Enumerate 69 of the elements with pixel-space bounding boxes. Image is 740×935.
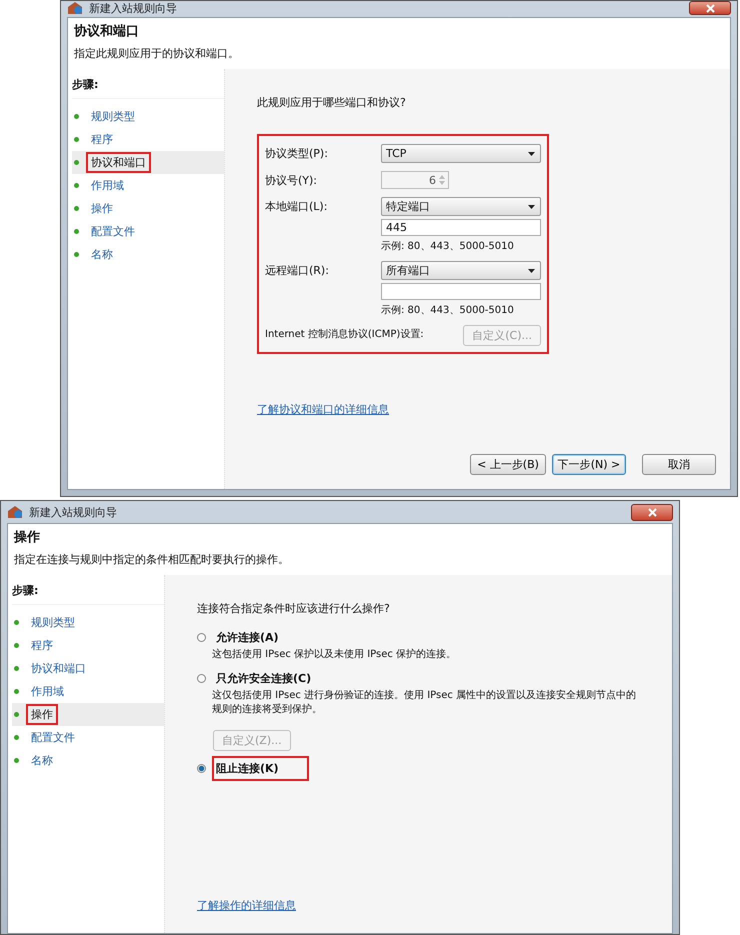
step-item[interactable]: 作用域 (72, 174, 224, 197)
bullet-icon (14, 666, 19, 671)
question-text: 此规则应用于哪些端口和协议? (257, 95, 407, 110)
bullet-icon (14, 735, 19, 740)
bullet-icon (14, 620, 19, 625)
field-label: 远程端口(R): (265, 263, 330, 279)
wizard-button[interactable]: < 上一步(B) (470, 454, 546, 475)
option-description: 这仅包括使用 IPsec 进行身份验证的连接。使用 IPsec 属性中的设置以及连接安全规则节点中的规则的连接将受到保护。 (212, 688, 637, 716)
page-heading: 操作 (14, 529, 41, 546)
bullet-icon (14, 643, 19, 648)
bullet-icon (74, 252, 79, 257)
bullet-icon (14, 689, 19, 694)
bullet-icon (74, 206, 79, 211)
help-link[interactable]: 了解操作的详细信息 (197, 898, 296, 913)
close-icon (648, 508, 656, 516)
step-item[interactable]: 配置文件 (72, 220, 224, 243)
dropdown[interactable]: TCP (381, 144, 541, 163)
spin-arrows-icon (438, 174, 446, 186)
dropdown[interactable]: 所有端口 (381, 261, 541, 280)
caret-icon (528, 152, 535, 156)
bullet-icon (74, 114, 79, 119)
caret-icon (528, 268, 535, 272)
bullet-icon (74, 160, 79, 165)
field-label: 协议类型(P): (265, 146, 329, 162)
step-item[interactable]: 程序 (72, 128, 224, 151)
caret-icon (528, 204, 535, 208)
help-link[interactable]: 了解协议和端口的详细信息 (257, 402, 389, 417)
field-label: 本地端口(L): (265, 199, 328, 215)
window-title: 新建入站规则向导 (89, 1, 178, 16)
step-item[interactable]: 配置文件 (12, 726, 164, 749)
bullet-icon (74, 229, 79, 234)
option-label[interactable]: 阻止连接(K) (212, 756, 309, 781)
page-heading: 协议和端口 (74, 22, 140, 40)
step-item[interactable]: 名称 (72, 243, 224, 266)
field-label: Internet 控制消息协议(ICMP)设置: (265, 328, 425, 342)
page-description: 指定此规则应用于的协议和端口。 (74, 46, 240, 61)
radio-button[interactable] (197, 633, 206, 642)
wizard-button[interactable]: 下一步(N) > (552, 454, 626, 475)
step-item[interactable]: 规则类型 (12, 611, 164, 634)
bullet-icon (14, 712, 19, 717)
field-label: 协议号(Y): (265, 173, 318, 189)
example-text: 示例: 80、443、5000-5010 (381, 304, 515, 317)
dropdown[interactable]: 特定端口 (381, 197, 541, 216)
step-item[interactable]: 规则类型 (72, 105, 224, 128)
step-item[interactable]: 协议和端口 (72, 151, 224, 174)
window-title: 新建入站规则向导 (29, 504, 118, 520)
step-item[interactable]: 操作 (12, 703, 164, 726)
close-button[interactable] (689, 1, 731, 15)
close-icon (706, 4, 714, 12)
step-item[interactable]: 操作 (72, 197, 224, 220)
option-label[interactable]: 允许连接(A) (212, 625, 309, 650)
step-item[interactable]: 名称 (12, 749, 164, 772)
page-description: 指定在连接与规则中指定的条件相匹配时要执行的操作。 (14, 552, 290, 567)
bullet-icon (14, 758, 19, 763)
radio-button[interactable] (197, 764, 206, 773)
bullet-icon (74, 137, 79, 142)
close-button[interactable] (631, 504, 673, 520)
input-field[interactable]: 445 (381, 219, 541, 236)
example-text: 示例: 80、443、5000-5010 (381, 240, 515, 253)
step-item[interactable]: 程序 (12, 634, 164, 657)
step-item[interactable]: 协议和端口 (12, 657, 164, 680)
bullet-icon (74, 183, 79, 188)
radio-button[interactable] (197, 674, 206, 683)
option-description: 这包括使用 IPsec 保护以及未使用 IPsec 保护的连接。 (212, 648, 458, 661)
input-field[interactable] (381, 283, 541, 300)
step-item[interactable]: 作用域 (12, 680, 164, 703)
option-label[interactable]: 只允许安全连接(C) (212, 666, 342, 691)
question-text: 连接符合指定条件时应该进行什么操作? (197, 601, 391, 616)
wizard-button[interactable]: 取消 (642, 454, 716, 475)
